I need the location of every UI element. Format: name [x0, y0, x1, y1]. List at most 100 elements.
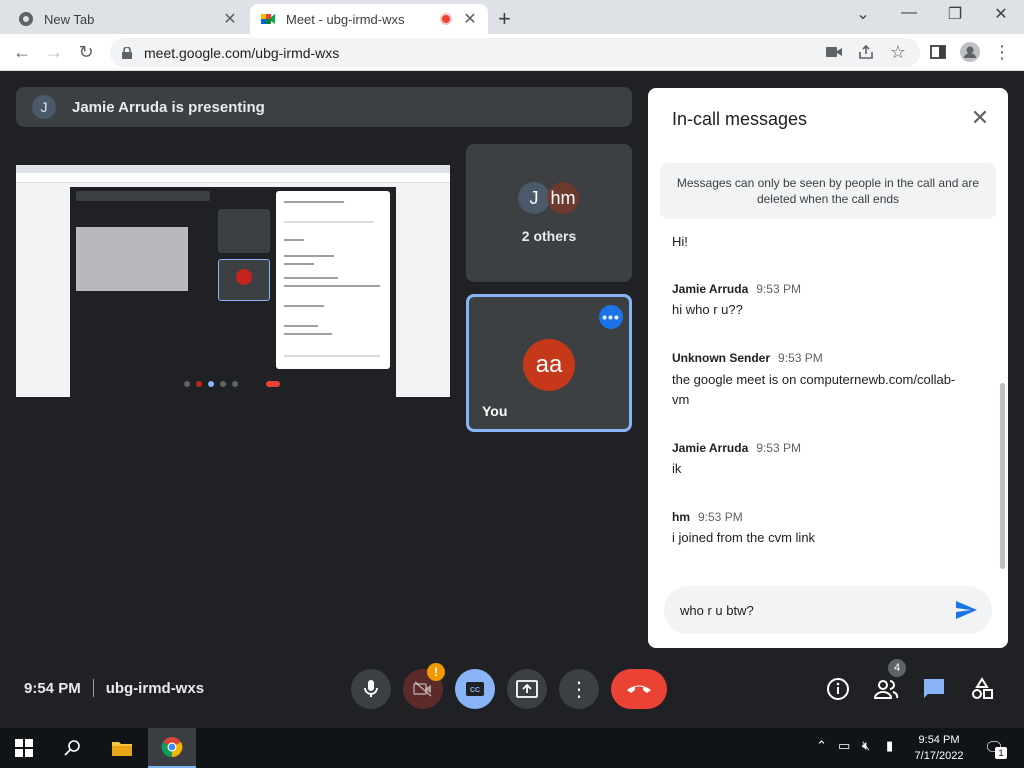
- network-icon[interactable]: ▭: [838, 738, 850, 754]
- people-button[interactable]: [872, 675, 900, 703]
- restore-icon[interactable]: ❐: [940, 4, 970, 24]
- show-hidden-icons-icon[interactable]: ⌃: [816, 738, 827, 754]
- google-meet-icon: [261, 14, 275, 24]
- leave-call-button[interactable]: [611, 669, 667, 709]
- camera-in-use-icon[interactable]: [822, 40, 846, 64]
- message-text: ik: [672, 461, 682, 476]
- presenting-banner: J Jamie Arruda is presenting: [16, 87, 632, 127]
- microphone-tray-icon[interactable]: ▮: [886, 738, 893, 754]
- more-options-icon[interactable]: •••: [599, 305, 623, 329]
- send-icon[interactable]: [954, 598, 978, 622]
- message-text: i joined from the cvm link: [672, 530, 816, 545]
- tab-search-icon[interactable]: ⌄: [848, 4, 878, 24]
- participant-tile-you[interactable]: ••• aa You: [466, 294, 632, 432]
- message-text: the google meet is on computernewb.com/c…: [672, 372, 956, 407]
- message-time: 9:53 PM: [756, 282, 801, 296]
- tab-title: Meet - ubg-irmd-wxs: [286, 11, 405, 27]
- microphone-button[interactable]: [351, 669, 391, 709]
- bookmark-star-icon[interactable]: ☆: [886, 40, 910, 64]
- shared-screen-nested: [76, 227, 188, 291]
- meeting-info: 9:54 PM ubg-irmd-wxs: [24, 679, 204, 697]
- share-icon[interactable]: [854, 40, 878, 64]
- close-tab-icon[interactable]: ✕: [222, 9, 238, 29]
- shared-screen-tabbar: [16, 165, 450, 173]
- address-bar[interactable]: meet.google.com/ubg-irmd-wxs: [110, 38, 920, 67]
- chat-scrollbar[interactable]: [1000, 383, 1005, 569]
- search-button[interactable]: [48, 728, 96, 768]
- more-vert-icon: ⋮: [569, 678, 589, 701]
- message-sender: Jamie Arruda 9:53 PM: [672, 441, 801, 455]
- chat-notice: Messages can only be seen by people in t…: [660, 163, 996, 219]
- chrome-icon: [19, 12, 33, 26]
- divider: [92, 679, 94, 697]
- side-panel-icon[interactable]: [926, 40, 950, 64]
- camera-off-icon: [413, 681, 432, 697]
- profile-icon[interactable]: [958, 40, 982, 64]
- meeting-details-button[interactable]: [824, 675, 852, 703]
- meeting-time: 9:54 PM: [24, 679, 81, 697]
- message-text: hi who r u??: [672, 302, 743, 317]
- shared-screen-banner: [76, 191, 210, 201]
- people-icon: [873, 680, 899, 699]
- menu-kebab-icon[interactable]: ⋮: [990, 40, 1014, 64]
- meeting-code: ubg-irmd-wxs: [105, 679, 205, 697]
- panel-title: In-call messages: [672, 109, 808, 129]
- windows-taskbar: ⌃ ▭ 🔇︎ ▮ 9:54 PM 7/17/2022 🗨︎: [0, 728, 1024, 768]
- shared-screen-controls: [70, 377, 396, 391]
- browser-tab-strip: New Tab ✕ Meet - ubg-irmd-wxs ✕ + ⌄ — ❐ …: [0, 0, 1024, 34]
- in-call-messages-panel: In-call messages ✕ Messages can only be …: [648, 88, 1008, 648]
- file-explorer-button[interactable]: [98, 728, 146, 768]
- microphone-icon: [364, 680, 378, 697]
- folder-icon: [112, 742, 132, 756]
- activities-button[interactable]: [968, 675, 996, 703]
- message-sender: Unknown Sender 9:53 PM: [672, 351, 823, 365]
- camera-button[interactable]: !: [403, 663, 445, 709]
- clock-date: 7/17/2022: [914, 750, 964, 762]
- avatar: J: [518, 182, 550, 214]
- activities-icon: [972, 677, 993, 699]
- shared-screen-chat-panel: [276, 191, 390, 369]
- others-label: 2 others: [521, 228, 577, 244]
- back-icon[interactable]: ←: [10, 40, 34, 64]
- close-tab-icon[interactable]: ✕: [462, 9, 478, 29]
- presenting-text: Jamie Arruda is presenting: [72, 98, 265, 116]
- avatar: J: [32, 95, 56, 119]
- clock-time: 9:54 PM: [918, 734, 960, 746]
- close-icon[interactable]: ✕: [968, 106, 992, 130]
- volume-muted-icon[interactable]: 🔇︎: [862, 738, 870, 754]
- message-input[interactable]: [680, 600, 930, 620]
- others-avatars: J hm: [518, 182, 579, 214]
- avatar: aa: [523, 339, 575, 391]
- minimize-icon[interactable]: —: [894, 4, 924, 22]
- info-icon: [827, 678, 849, 700]
- lock-icon: [122, 46, 132, 59]
- tab-title: New Tab: [44, 11, 95, 27]
- close-window-icon[interactable]: ✕: [986, 4, 1016, 24]
- message-sender: Jamie Arruda 9:53 PM: [672, 282, 801, 296]
- tab-meet[interactable]: Meet - ubg-irmd-wxs ✕: [250, 4, 488, 34]
- start-button[interactable]: [0, 728, 48, 768]
- captions-button[interactable]: CC: [455, 669, 495, 709]
- tab-new-tab[interactable]: New Tab ✕: [8, 4, 248, 34]
- message-time: 9:53 PM: [698, 510, 743, 524]
- sender-name: Jamie Arruda: [672, 282, 749, 296]
- message-time: 9:53 PM: [778, 351, 823, 365]
- chrome-icon: [161, 737, 183, 758]
- meet-call-area: J Jamie Arruda is presenting J hm 2 othe…: [0, 71, 1024, 728]
- present-icon: [516, 680, 538, 698]
- new-tab-button[interactable]: +: [498, 6, 511, 32]
- participant-tile-others[interactable]: J hm 2 others: [466, 144, 632, 282]
- forward-icon[interactable]: →: [42, 40, 66, 64]
- chat-button[interactable]: [920, 675, 948, 703]
- more-options-button[interactable]: ⋮: [559, 669, 599, 709]
- sender-name: Unknown Sender: [672, 351, 771, 365]
- end-call-icon: [627, 685, 651, 693]
- shared-screen-urlbar: [16, 173, 450, 183]
- browser-toolbar: ← → ↻ meet.google.com/ubg-irmd-wxs ☆ ⋮: [0, 34, 1024, 71]
- notification-count-badge: 1: [995, 747, 1007, 759]
- present-now-button[interactable]: [507, 669, 547, 709]
- chrome-taskbar-button[interactable]: [148, 728, 196, 768]
- system-clock[interactable]: 9:54 PM 7/17/2022: [900, 732, 978, 764]
- reload-icon[interactable]: ↻: [74, 40, 98, 64]
- sender-name: Jamie Arruda: [672, 441, 749, 455]
